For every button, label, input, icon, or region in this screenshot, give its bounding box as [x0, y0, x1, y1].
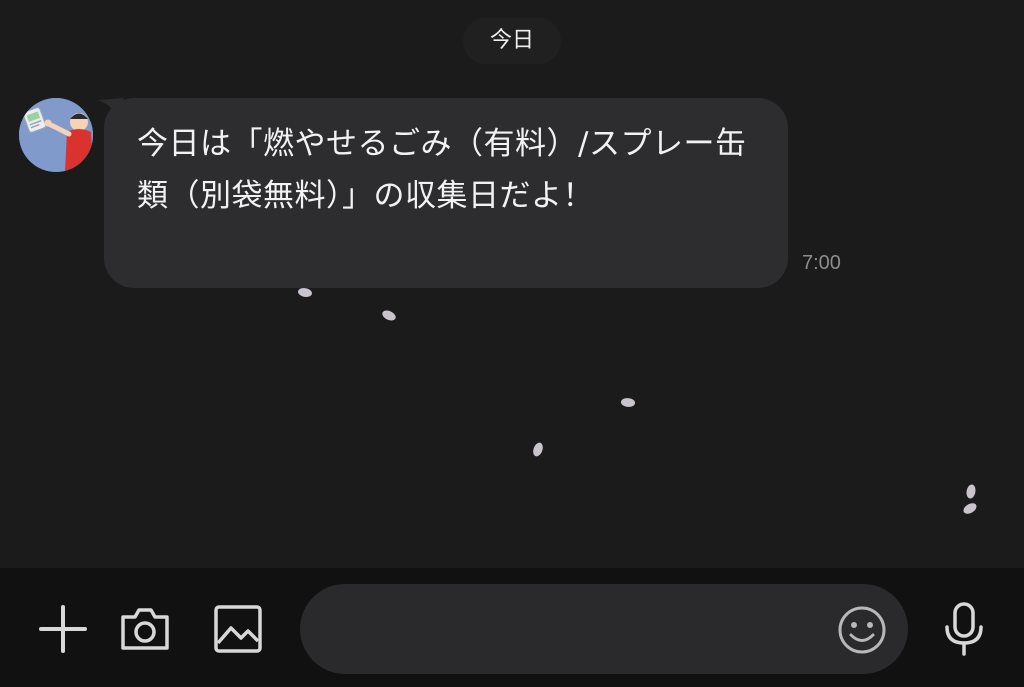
image-icon[interactable] — [210, 601, 266, 657]
cherry-petal-decoration — [964, 483, 978, 500]
cherry-petal-decoration — [530, 441, 546, 458]
message-input[interactable] — [300, 584, 908, 674]
message-text: 今日は「燃やせるごみ（有料）/スプレー缶類（別袋無料）」の収集日だよ！ — [137, 126, 747, 214]
cherry-petal-decoration — [380, 307, 398, 324]
emoji-icon[interactable] — [836, 604, 888, 656]
date-separator: 今日 — [463, 18, 561, 64]
camera-icon[interactable] — [117, 601, 173, 657]
message-bubble[interactable]: 今日は「燃やせるごみ（有料）/スプレー缶類（別袋無料）」の収集日だよ！ — [104, 98, 788, 288]
microphone-icon[interactable] — [936, 601, 992, 657]
plus-icon[interactable] — [35, 601, 91, 657]
message-timestamp: 7:00 — [802, 252, 841, 274]
cherry-petal-decoration — [620, 396, 636, 409]
avatar[interactable] — [19, 98, 93, 172]
cherry-petal-decoration — [961, 501, 979, 516]
chat-area[interactable]: 今日 今日は「燃やせるごみ（有料）/スプレー缶類（別袋無料）」の収集日だよ！ 7… — [0, 0, 1024, 568]
avatar-illustration — [19, 98, 93, 172]
